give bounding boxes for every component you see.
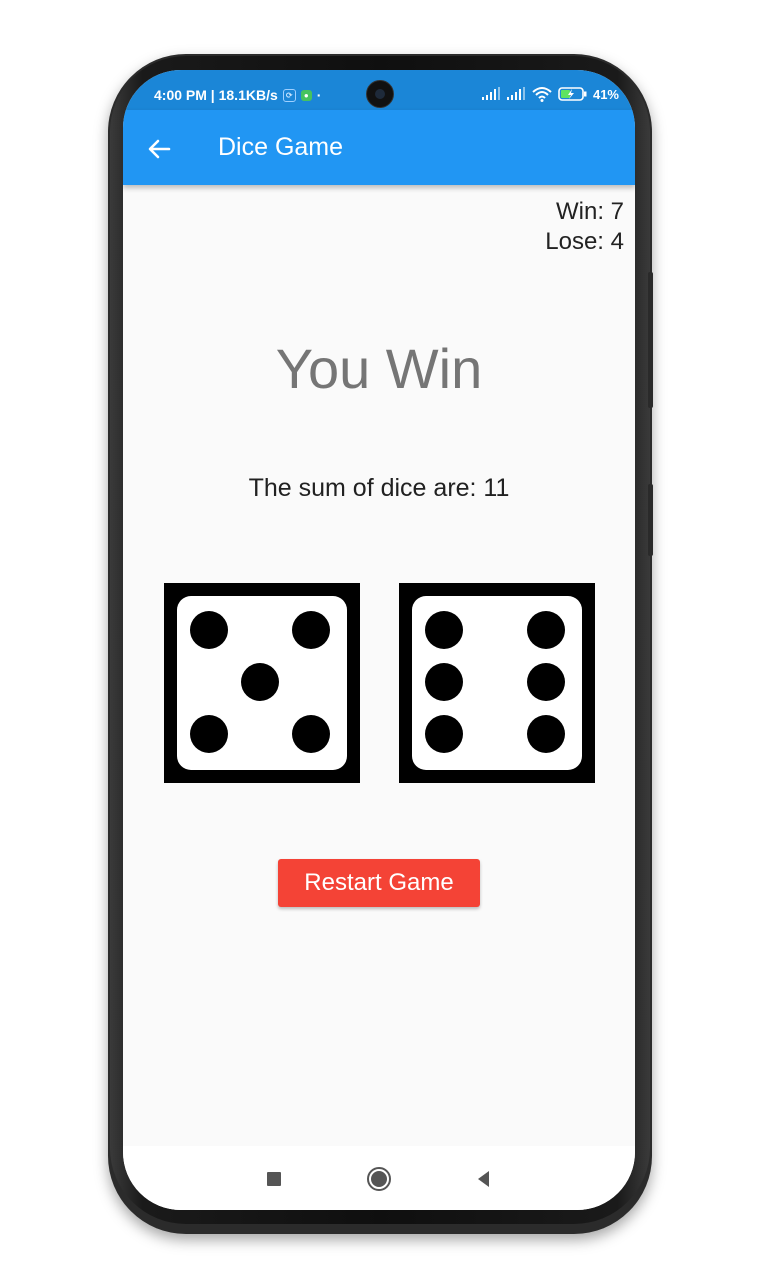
sync-icon: ⟳ — [282, 88, 296, 102]
die-pip — [190, 611, 228, 649]
arrow-back-icon[interactable] — [145, 134, 175, 164]
triangle-back-icon[interactable] — [469, 1164, 499, 1194]
lose-count: Lose: 4 — [545, 228, 624, 255]
status-time-speed: 4:00 PM | 18.1KB/s — [154, 87, 278, 103]
status-left: 4:00 PM | 18.1KB/s ⟳ ● · — [154, 87, 321, 103]
die-pip — [292, 611, 330, 649]
volume-button — [648, 272, 653, 408]
system-nav-bar — [123, 1146, 635, 1210]
die-pip — [425, 663, 463, 701]
dot-icon: · — [316, 87, 322, 103]
die-pip — [292, 715, 330, 753]
die-pip — [425, 611, 463, 649]
die-left — [164, 583, 360, 783]
die-pip — [527, 611, 565, 649]
square-icon[interactable] — [259, 1164, 289, 1194]
circle-icon[interactable] — [364, 1164, 394, 1194]
die-pip — [190, 715, 228, 753]
signal-icon — [481, 87, 500, 100]
battery-icon — [558, 87, 587, 101]
app-bar: Dice Game — [123, 110, 635, 185]
power-button — [648, 484, 653, 556]
die-pip — [527, 663, 565, 701]
restart-game-button[interactable]: Restart Game — [278, 859, 480, 907]
dice-sum-text: The sum of dice are: 11 — [248, 474, 510, 502]
die-pip — [425, 715, 463, 753]
android-icon: ● — [300, 89, 312, 101]
die-face — [177, 596, 347, 770]
die-pip — [241, 663, 279, 701]
front-camera — [366, 80, 394, 108]
app-title: Dice Game — [218, 133, 344, 161]
win-count: Win: 7 — [555, 198, 624, 225]
wifi-icon — [532, 87, 552, 102]
die-right — [399, 583, 595, 783]
battery-percent: 41% — [592, 86, 619, 102]
die-face — [412, 596, 582, 770]
result-title: You Win — [275, 337, 483, 400]
phone-screen: 4:00 PM | 18.1KB/s ⟳ ● · 41% Dice Game W… — [123, 70, 635, 1210]
die-pip — [527, 715, 565, 753]
status-right: 41% — [481, 86, 619, 102]
signal-icon-2 — [506, 87, 525, 100]
